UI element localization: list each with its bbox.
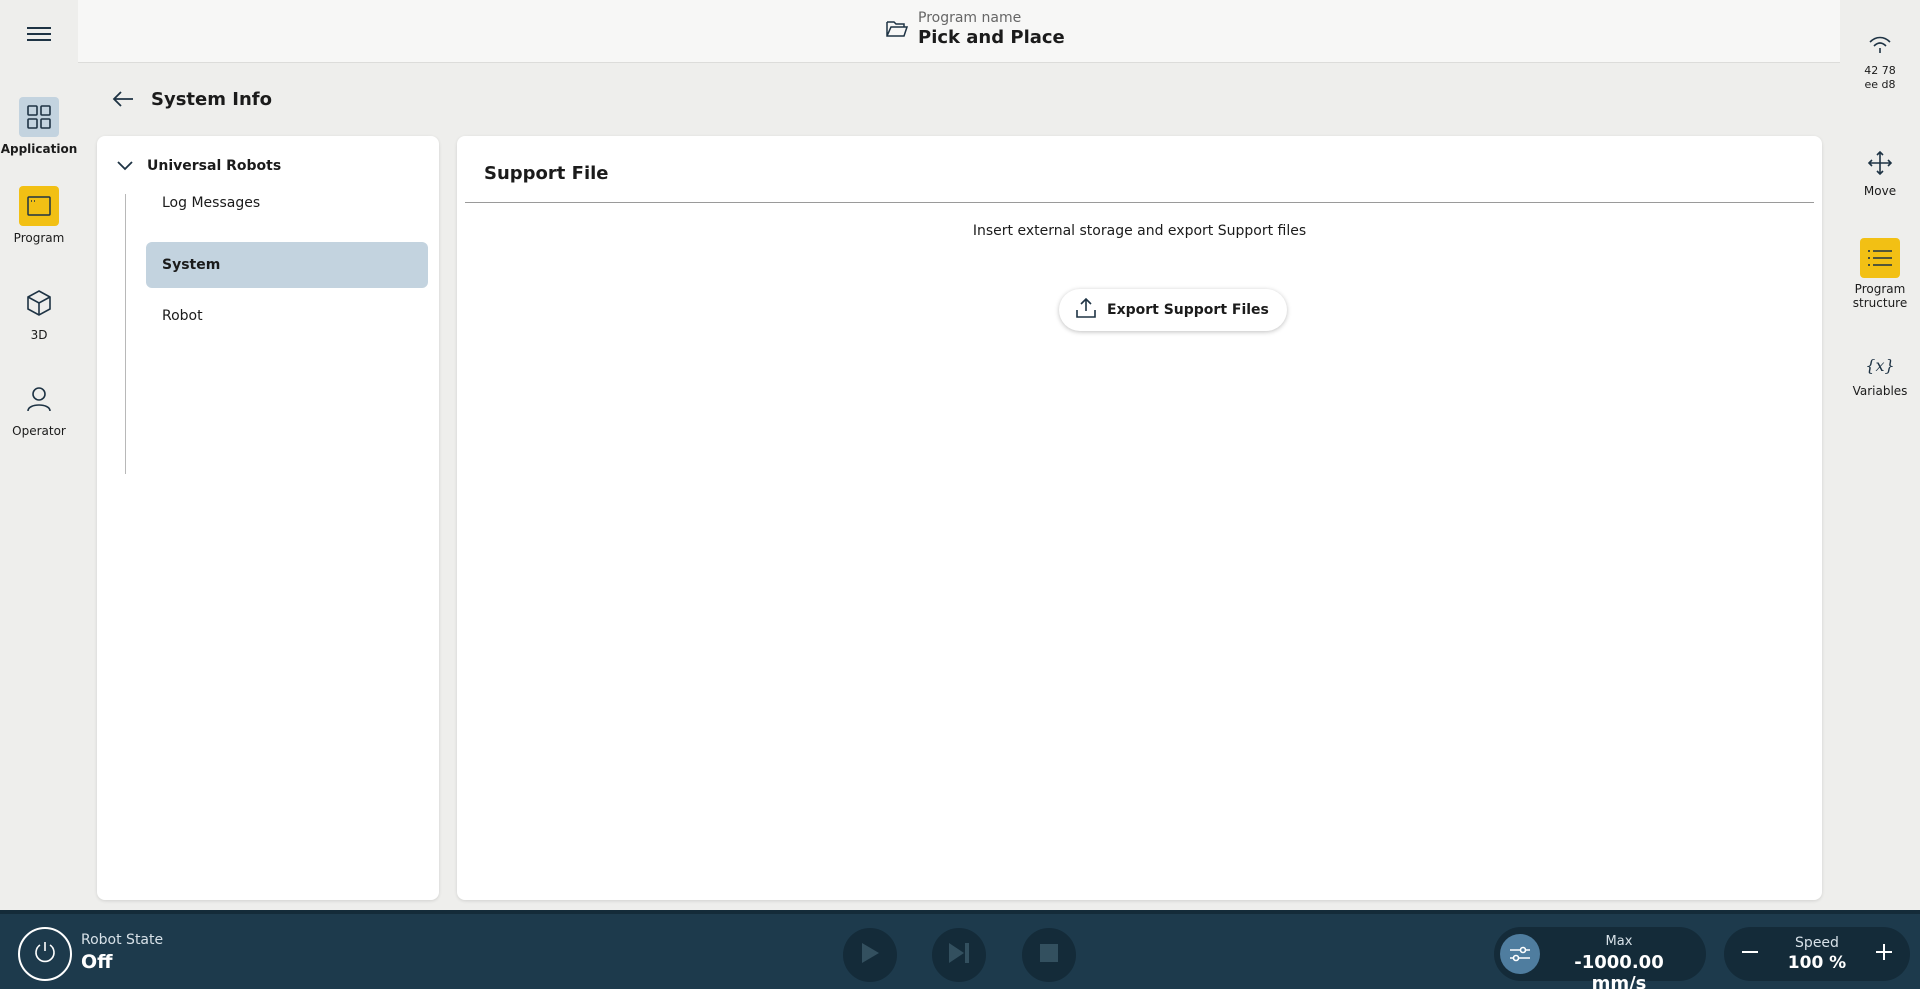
program-name: Pick and Place [918, 27, 1065, 48]
back-arrow-icon[interactable] [108, 84, 138, 114]
program-name-caption: Program name [918, 10, 1022, 26]
speed-value: 100 % [1787, 953, 1847, 973]
tree-root-label: Universal Robots [147, 157, 282, 174]
left-navigation-rail: Application Program 3D Operator [0, 0, 78, 910]
nav-item-label: 3D [30, 328, 48, 342]
export-button-label: Export Support Files [1107, 302, 1269, 318]
speed-caption: Speed [1795, 935, 1839, 951]
cube-icon [19, 283, 59, 323]
nav-item-application[interactable]: Application [0, 97, 78, 156]
page-title: System Info [151, 88, 272, 110]
tree-item-label: Robot [162, 308, 203, 324]
speed-control: Speed 100 % [1724, 927, 1910, 981]
nav-item-label: Program [13, 231, 65, 245]
step-forward-button[interactable] [932, 928, 986, 982]
stop-icon [1039, 943, 1059, 967]
list-icon [1860, 238, 1900, 278]
nav-item-label: Application [0, 142, 78, 156]
nav-item-label: Operator [12, 424, 66, 438]
minus-icon [1741, 943, 1759, 965]
tree-item-label: System [162, 257, 221, 273]
robot-state-value: Off [81, 951, 113, 973]
max-caption: Max [1605, 934, 1633, 949]
power-button[interactable] [18, 927, 72, 981]
nav-item-operator[interactable]: Operator [0, 379, 78, 438]
program-structure-label: Program [1854, 282, 1906, 296]
variables-label: Variables [1852, 384, 1908, 398]
network-id-line: 42 78 [1864, 64, 1896, 77]
person-icon [19, 379, 59, 419]
play-icon [860, 942, 880, 968]
program-name-block[interactable]: Program name Pick and Place [886, 10, 1065, 48]
nav-item-program[interactable]: Program [0, 186, 78, 245]
move-button[interactable]: Move [1840, 150, 1920, 198]
tree-root-universal-robots[interactable]: Universal Robots [117, 156, 281, 175]
step-forward-icon [948, 942, 970, 968]
move-arrows-icon [1840, 150, 1920, 180]
bottom-status-bar: Robot State Off Max -1000.00 mm/s Speed … [0, 910, 1920, 989]
speed-decrease-button[interactable] [1730, 934, 1770, 974]
page-title-row: System Info [108, 84, 272, 114]
robot-state-caption: Robot State [81, 932, 164, 948]
sliders-icon[interactable] [1500, 934, 1540, 974]
chevron-down-icon [117, 156, 133, 175]
move-label: Move [1863, 184, 1897, 198]
tree-item-log-messages[interactable]: Log Messages [146, 180, 428, 226]
network-status[interactable]: 42 78 ee d8 [1840, 34, 1920, 92]
grid-icon [19, 97, 59, 137]
program-structure-button[interactable]: Program structure [1840, 238, 1920, 310]
speed-increase-button[interactable] [1864, 934, 1904, 974]
max-speed-control: Max -1000.00 mm/s [1494, 927, 1706, 989]
network-id-line: ee d8 [1864, 78, 1896, 91]
program-structure-label: structure [1852, 296, 1908, 310]
network-icon [1840, 34, 1920, 58]
upload-icon [1075, 297, 1097, 323]
play-button[interactable] [843, 928, 897, 982]
tree-item-system[interactable]: System [146, 242, 428, 288]
program-window-icon [19, 186, 59, 226]
variables-button[interactable]: {x} Variables [1840, 356, 1920, 398]
tree-item-robot[interactable]: Robot [146, 293, 428, 339]
nav-item-3d[interactable]: 3D [0, 283, 78, 342]
export-support-files-button[interactable]: Export Support Files [1059, 289, 1287, 331]
tree-panel: Universal Robots Log Messages System Rob… [97, 136, 439, 900]
max-value: -1000.00 mm/s [1574, 952, 1664, 989]
right-rail: 42 78 ee d8 Move Program structure {x} V… [1840, 0, 1920, 910]
divider [465, 202, 1814, 203]
stop-button[interactable] [1022, 928, 1076, 982]
top-header: Program name Pick and Place [78, 0, 1840, 63]
tree-connector-line [125, 194, 126, 474]
content-description: Insert external storage and export Suppo… [972, 223, 1307, 239]
support-file-panel: Support File Insert external storage and… [457, 136, 1822, 900]
folder-open-icon [886, 20, 909, 42]
variables-icon: {x} [1865, 356, 1895, 375]
hamburger-menu-icon[interactable] [27, 23, 51, 43]
content-title: Support File [484, 163, 609, 184]
power-icon [33, 940, 57, 968]
plus-icon [1875, 943, 1893, 965]
tree-item-label: Log Messages [162, 195, 261, 211]
